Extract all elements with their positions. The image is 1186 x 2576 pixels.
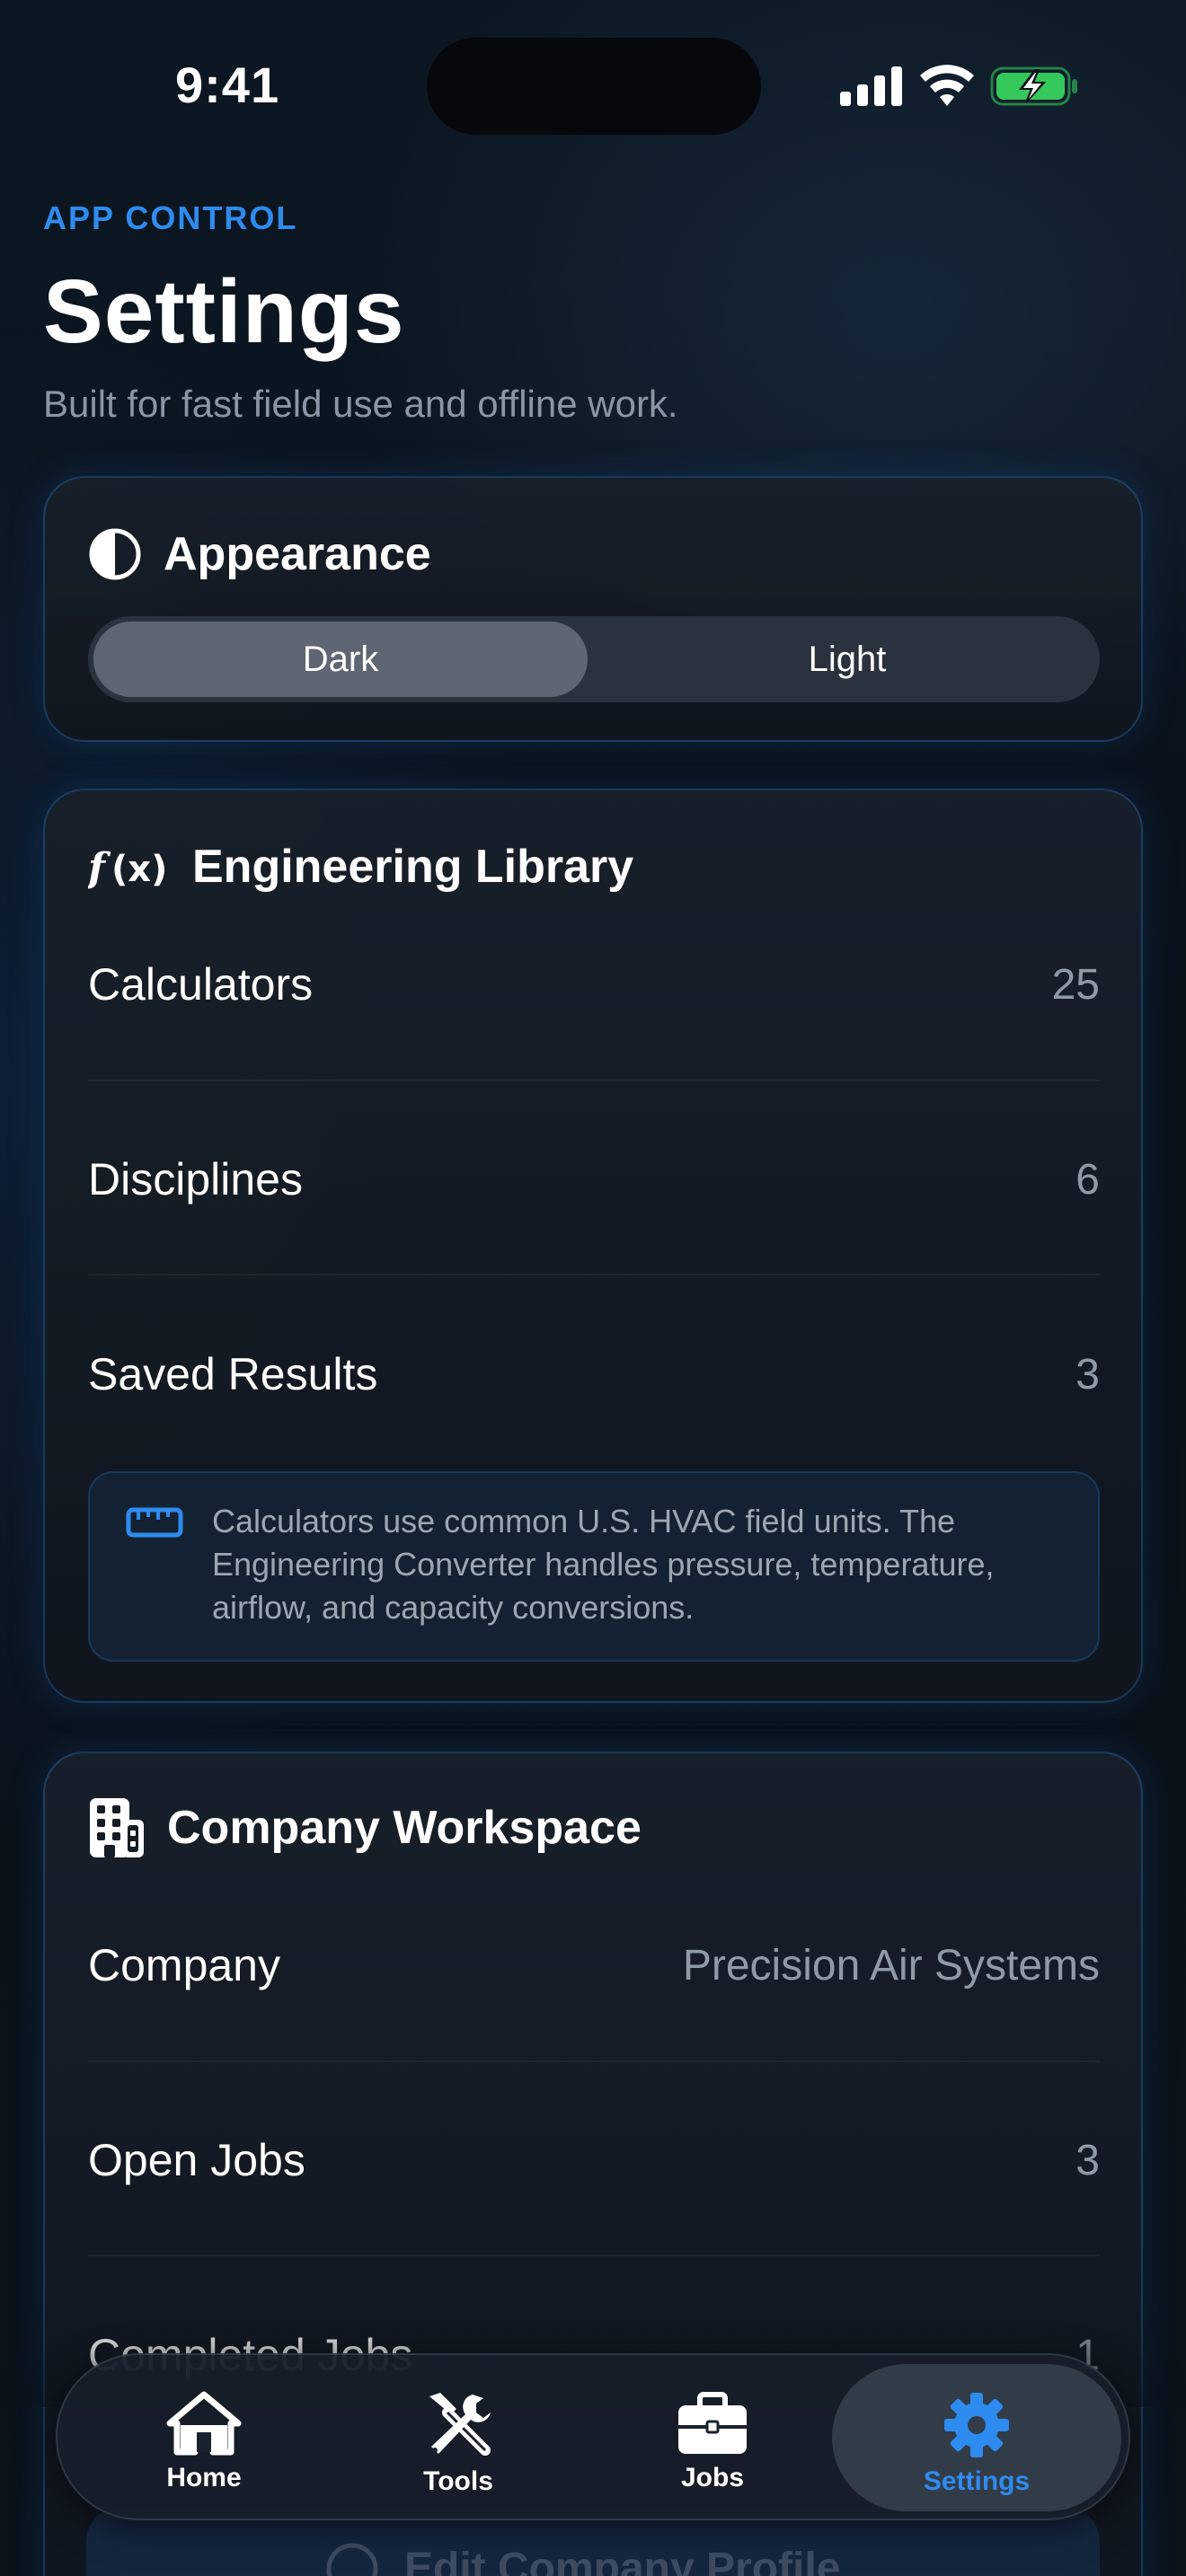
status-time: 9:41 [175, 57, 280, 113]
units-info-box: Calculators use common U.S. HVAC field u… [88, 1471, 1100, 1662]
tab-home[interactable]: Home [77, 2364, 331, 2511]
appearance-card: Appearance Dark Light [43, 476, 1143, 742]
contrast-icon [89, 528, 141, 580]
tab-settings[interactable]: Settings [832, 2364, 1121, 2511]
tab-label: Settings [923, 2466, 1031, 2496]
row-label: Saved Results [88, 1349, 378, 1399]
row-value: 3 [1075, 2136, 1100, 2184]
page-title: Settings [43, 261, 405, 362]
row-divider [88, 1274, 1100, 1275]
house-icon [166, 2391, 242, 2456]
appearance-option-dark[interactable]: Dark [93, 622, 588, 697]
briefcase-icon [678, 2392, 747, 2454]
wifi-icon [920, 65, 974, 106]
dynamic-island [427, 38, 761, 135]
row-divider [88, 2254, 1100, 2256]
row-label: Disciplines [88, 1154, 303, 1204]
appearance-segmented-control[interactable]: Dark Light [88, 616, 1100, 702]
company-title: Company Workspace [167, 1802, 642, 1854]
library-row-calculators: Calculators 25 [88, 940, 1100, 1029]
engineering-library-card: ƒ (x) Engineering Library Calculators 25… [43, 789, 1143, 1703]
page-subtitle: Built for fast field use and offline wor… [43, 383, 678, 425]
appearance-header: Appearance [88, 523, 431, 586]
appearance-option-light[interactable]: Light [600, 622, 1094, 697]
library-row-disciplines: Disciplines 6 [88, 1134, 1100, 1224]
company-header: Company Workspace [88, 1796, 642, 1859]
function-icon: ƒ (x) [88, 845, 167, 891]
gear-icon [944, 2393, 1009, 2457]
row-label: Company [88, 1940, 280, 1990]
library-row-saved-results: Saved Results 3 [88, 1329, 1100, 1419]
appearance-title: Appearance [164, 528, 431, 580]
library-title: Engineering Library [192, 841, 634, 893]
row-divider [88, 1080, 1100, 1081]
tab-tools[interactable]: Tools [332, 2364, 585, 2511]
cellular-signal-icon [840, 66, 902, 106]
row-divider [88, 2060, 1100, 2062]
svg-text:ƒ: ƒ [88, 845, 111, 891]
library-header: ƒ (x) Engineering Library [88, 835, 633, 898]
battery-charging-icon [990, 66, 1077, 106]
row-value: Precision Air Systems [682, 1941, 1100, 1989]
row-value: 3 [1075, 1350, 1100, 1398]
row-label: Open Jobs [88, 2135, 305, 2185]
company-row-name: Company Precision Air Systems [88, 1920, 1100, 2010]
ruler-icon [126, 1507, 183, 1538]
row-value: 6 [1075, 1155, 1100, 1204]
edit-company-profile-label: Edit Company Profile [404, 2545, 841, 2576]
units-info-text: Calculators use common U.S. HVAC field u… [212, 1503, 995, 1626]
tab-label: Tools [423, 2466, 493, 2496]
tab-label: Home [166, 2463, 242, 2492]
tab-bar: Home Tools Jobs Settings [56, 2353, 1130, 2520]
row-label: Calculators [88, 959, 314, 1010]
tab-jobs[interactable]: Jobs [586, 2364, 839, 2511]
status-bar: 9:41 [0, 0, 1186, 171]
svg-text:(x): (x) [111, 849, 167, 890]
company-row-open-jobs: Open Jobs 3 [88, 2115, 1100, 2205]
building-icon [326, 2543, 378, 2576]
section-eyebrow: APP CONTROL [43, 199, 298, 236]
tab-label: Jobs [680, 2463, 745, 2492]
row-value: 25 [1051, 960, 1100, 1009]
building-icon [90, 1798, 144, 1857]
tools-icon [429, 2393, 491, 2456]
